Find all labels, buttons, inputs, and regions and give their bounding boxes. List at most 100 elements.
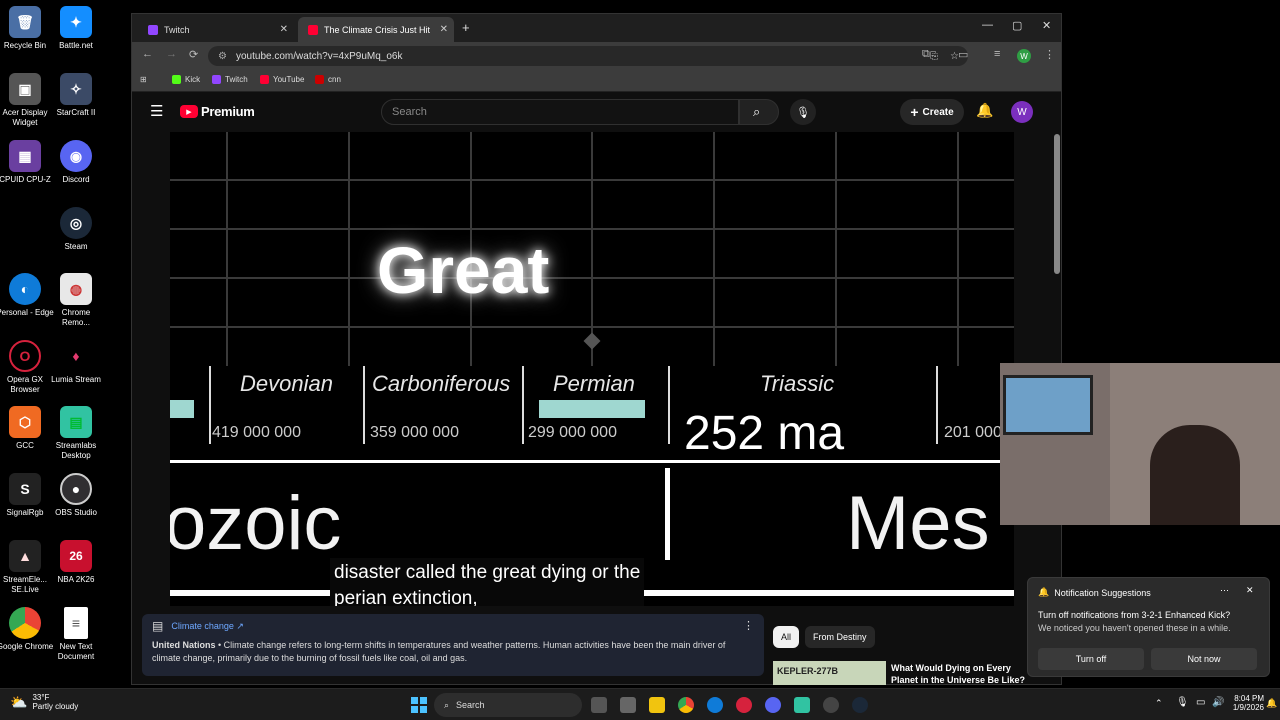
address-bar[interactable]: ⚙ youtube.com/watch?v=4xP9uMq_o6k ⎘ ☆ (208, 46, 968, 66)
volume-icon[interactable]: 🔊 (1212, 697, 1224, 708)
thumbnail-text: KEPLER-277B (777, 666, 839, 676)
streamlabs-taskbar-icon[interactable] (794, 697, 810, 713)
desktop-icon-streamlabs[interactable]: ▤ Streamlabs Desktop (47, 406, 105, 461)
desktop-icon-chrome-remote[interactable]: ◍ Chrome Remo... (47, 273, 105, 328)
profile-avatar[interactable]: W (1017, 49, 1031, 63)
bookmark-label: cnn (328, 75, 341, 84)
desktop-icon-opera-gx[interactable]: O Opera GX Browser (0, 340, 54, 395)
recommended-video-thumbnail[interactable]: KEPLER-277B (773, 661, 886, 685)
chip-all[interactable]: All (773, 626, 800, 648)
streamlabs-icon: ▤ (60, 406, 92, 438)
back-icon[interactable]: ← (142, 48, 153, 60)
desktop-icon-cpuz[interactable]: ▦ CPUID CPU-Z (0, 140, 54, 185)
forward-icon[interactable]: → (166, 48, 177, 60)
desktop-icon-starcraft[interactable]: ✧ StarCraft II (47, 73, 105, 118)
maximize-icon[interactable]: ▢ (1012, 19, 1022, 32)
discord-taskbar-icon[interactable] (765, 697, 781, 713)
desktop-icon-nba2k26[interactable]: 26 NBA 2K26 (47, 540, 105, 585)
install-app-icon[interactable]: ⎘ (930, 51, 938, 62)
desktop-icon-acer-display-widget[interactable]: ▣ Acer Display Widget (0, 73, 54, 128)
weather-icon: ⛅ (10, 693, 28, 710)
page-scrollbar[interactable] (1054, 134, 1060, 274)
desktop-icon-label: Personal - Edge (0, 308, 54, 317)
tray-overflow-icon[interactable]: ⌃ (1155, 698, 1163, 709)
notification-bell-icon: 🔔 (1038, 587, 1050, 597)
side-panel-icon[interactable]: ▭ (958, 48, 968, 61)
desktop-icon-recycle-bin[interactable]: 🗑 Recycle Bin (0, 6, 54, 51)
reload-icon[interactable]: ⟳ (189, 48, 198, 61)
desktop-icon-streamelements[interactable]: ▲ StreamEle... SE.Live (0, 540, 54, 595)
youtube-logo[interactable]: ▶ Premium (180, 104, 255, 119)
period-name: Carboniferous (372, 371, 511, 396)
video-player[interactable]: Great Devonian 419 000 000 Carboniferous… (170, 132, 1014, 606)
tab-twitch[interactable]: Twitch ✕ (138, 17, 294, 42)
era-name-left: ozoic (170, 481, 342, 566)
desktop-icon-discord[interactable]: ◉ Discord (47, 140, 105, 185)
desktop-icon-new-text-document[interactable]: ≡ New Text Document (47, 607, 105, 662)
desktop-icon-label: StreamEle... SE.Live (2, 575, 47, 594)
subtitle-caption: disaster called the great dying or the p… (330, 558, 645, 606)
task-view-icon[interactable] (591, 697, 607, 713)
apps-icon[interactable]: ⊞ (140, 75, 147, 84)
bookmark-kick[interactable]: Kick (172, 75, 200, 84)
desktop-icon-lumia-stream[interactable]: ♦ Lumia Stream (47, 340, 105, 385)
file-explorer-icon[interactable] (649, 697, 665, 713)
clock[interactable]: 8:04 PM 1/9/2026 (1226, 694, 1264, 712)
voice-search-button[interactable]: 🎙 (790, 99, 816, 125)
chip-from-destiny[interactable]: From Destiny (805, 626, 875, 648)
desktop-icon-obs[interactable]: ● OBS Studio (47, 473, 105, 518)
start-icon[interactable] (411, 697, 427, 713)
twitch-icon (148, 24, 158, 35)
weather-widget[interactable]: ⛅ 33°F Partly cloudy (10, 693, 78, 711)
bookmark-youtube[interactable]: YouTube (260, 75, 304, 84)
close-notification-icon[interactable]: ✕ (1246, 585, 1254, 596)
more-options-icon[interactable]: ⋯ (1220, 585, 1229, 596)
info-topic-link[interactable]: Climate change ↗ (171, 620, 244, 633)
notification-message: Turn off notifications from 3-2-1 Enhanc… (1038, 610, 1231, 620)
obs-taskbar-icon[interactable] (823, 697, 839, 713)
extensions-icon[interactable]: ⧉ (922, 48, 930, 61)
recommended-video-title[interactable]: What Would Dying on Every Planet in the … (891, 662, 1031, 684)
chrome-taskbar-icon[interactable] (678, 697, 694, 713)
menu-icon[interactable]: ⋮ (1044, 48, 1055, 61)
info-body: • Climate change refers to long-term shi… (152, 640, 726, 663)
bookmark-twitch[interactable]: Twitch (212, 75, 248, 84)
taskbar-search[interactable]: ⌕ Search (434, 693, 582, 717)
desktop-icon-steam[interactable]: ◎ Steam (47, 207, 105, 252)
close-tab-icon[interactable]: ✕ (280, 24, 288, 35)
close-tab-icon[interactable]: ✕ (440, 24, 448, 35)
notifications-bell-icon[interactable]: 🔔 (976, 102, 993, 119)
desktop-icon-edge[interactable]: ◐ Personal - Edge (0, 273, 54, 318)
bookmark-label: Twitch (225, 75, 248, 84)
edge-taskbar-icon[interactable] (707, 697, 723, 713)
youtube-search-input[interactable]: Search (381, 99, 739, 125)
clock-time: 8:04 PM (1234, 694, 1264, 703)
tab-search-icon[interactable]: ≡ (994, 48, 1000, 60)
desktop-icon-signalrgb[interactable]: S SignalRgb (0, 473, 54, 518)
create-button[interactable]: + Create (900, 99, 964, 125)
desktop-icon-battlenet[interactable]: ✦ Battle.net (47, 6, 105, 51)
widgets-icon[interactable] (620, 697, 636, 713)
turn-off-button[interactable]: Turn off (1038, 648, 1144, 670)
more-options-icon[interactable]: ⋮ (743, 620, 754, 633)
desktop-icon-google-chrome[interactable]: Google Chrome (0, 607, 54, 652)
clock-date: 1/9/2026 (1232, 703, 1264, 712)
hamburger-menu-icon[interactable]: ☰ (150, 102, 163, 120)
tab-youtube-video[interactable]: The Climate Crisis Just Hit a ✕ (298, 17, 454, 42)
microphone-tray-icon[interactable]: 🎙 (1176, 697, 1189, 708)
not-now-button[interactable]: Not now (1151, 648, 1257, 670)
notification-center-icon[interactable]: 🔔 (1266, 698, 1277, 709)
opera-taskbar-icon[interactable] (736, 697, 752, 713)
steam-taskbar-icon[interactable] (852, 697, 868, 713)
site-info-icon[interactable]: ⚙ (218, 51, 227, 62)
close-window-icon[interactable]: ✕ (1042, 19, 1051, 32)
new-tab-button[interactable]: + (462, 20, 470, 35)
network-icon[interactable]: ▭ (1196, 697, 1205, 708)
bookmark-cnn[interactable]: cnn (315, 75, 341, 84)
desktop-icon-gcc[interactable]: ⬡ GCC (0, 406, 54, 451)
teal-bar (170, 400, 194, 418)
youtube-avatar[interactable]: W (1011, 101, 1033, 123)
youtube-search-button[interactable]: ⌕ (739, 99, 779, 125)
gcc-icon: ⬡ (9, 406, 41, 438)
minimize-icon[interactable]: — (982, 19, 993, 31)
